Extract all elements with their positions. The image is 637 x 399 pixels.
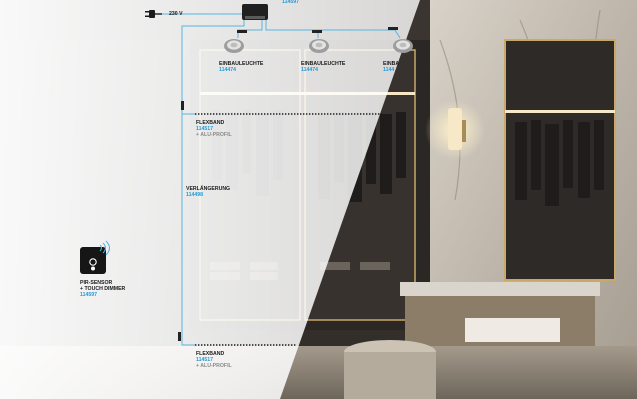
extension-label: VERLÄNGERUNG 114498 bbox=[186, 186, 230, 198]
downlight-icon-3 bbox=[393, 39, 413, 53]
connector-2 bbox=[312, 30, 322, 33]
flexband-accessory: + ALU-PROFIL bbox=[196, 363, 232, 370]
connector-5 bbox=[178, 332, 181, 341]
downlight-icon-2 bbox=[309, 39, 329, 53]
downlight-label-1: EINBAULEUCHTE 114474 bbox=[219, 61, 263, 73]
downlight-code: 1144 bbox=[383, 67, 395, 74]
pir-sensor-icon bbox=[80, 240, 110, 274]
driver-code: 114597 bbox=[282, 0, 300, 5]
driver-code-label: 114597 bbox=[282, 0, 299, 5]
extension-code: 114498 bbox=[186, 192, 204, 199]
sensor-label: PIR-SENSOR + TOUCH DIMMER 114597 bbox=[80, 280, 125, 299]
sensor-code: 114597 bbox=[80, 292, 98, 299]
flexband-label-bottom: FLEXBAND 114517 + ALU-PROFIL bbox=[196, 351, 232, 370]
connector-4 bbox=[181, 101, 184, 110]
branch-wire-downlights bbox=[265, 18, 401, 39]
wiring-diagram: 230 V 114597 EINBAULEUCHTE 114474 EINBAU… bbox=[0, 0, 637, 399]
voltage-label: 230 V bbox=[169, 11, 183, 17]
downlight-code: 114474 bbox=[219, 67, 237, 74]
connector-1 bbox=[237, 30, 247, 33]
downlight-label-3: EINBA 1144 bbox=[383, 61, 399, 73]
downlight-code: 114474 bbox=[301, 67, 319, 74]
downlight-icon-1 bbox=[224, 39, 244, 53]
flexband-label-top: FLEXBAND 114517 + ALU-PROFIL bbox=[196, 120, 232, 139]
branch-wire-downlight-1 bbox=[237, 18, 263, 38]
flexband-accessory: + ALU-PROFIL bbox=[196, 132, 232, 139]
wiring-layer bbox=[80, 4, 413, 346]
downlight-label-2: EINBAULEUCHTE 114474 bbox=[301, 61, 345, 73]
power-plug-icon bbox=[145, 10, 162, 18]
connector-3 bbox=[388, 27, 398, 30]
